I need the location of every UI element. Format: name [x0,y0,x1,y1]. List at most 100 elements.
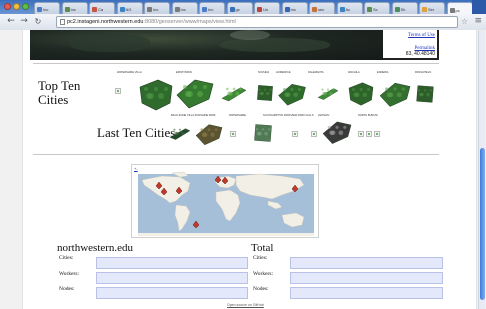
site-workers-label: Workers: [59,271,80,277]
last-city-tile[interactable] [189,121,229,152]
github-source-link[interactable]: Open source on GitHub [227,303,264,307]
top-city-tile[interactable] [309,83,347,108]
terrain-patch [70,34,150,52]
browser-tab[interactable]: Sh [391,2,418,14]
browser-tab[interactable]: Inc [144,2,170,14]
total-cities-field[interactable] [290,257,443,269]
map-zoom-control[interactable]: +- [134,166,138,171]
total-stats-title: Total [251,242,274,254]
browser-tab[interactable]: Inc [281,2,308,14]
total-cities-label: Cities: [253,255,268,261]
browser-tab[interactable]: NG [116,2,143,14]
map-links-box: Terms of Use Permalink 83, 40.48140 [383,30,439,60]
total-workers-field[interactable] [290,272,443,284]
top-city-label: ENDERIA [377,71,389,74]
total-nodes-field[interactable] [290,287,443,299]
top-city-tile[interactable] [376,79,414,114]
tab-label: Sc [373,7,378,12]
url-host: pc2.instageni.northwestern.edu [67,19,144,25]
city-satellite-image [169,128,191,140]
tab-favicon-icon [119,7,125,12]
window-maximize-button[interactable] [22,3,29,10]
top-city-tile[interactable] [215,81,253,110]
city-satellite-image [278,84,306,106]
browser-tab[interactable]: Inc [61,2,88,14]
reload-icon[interactable]: ↻ [33,16,43,27]
tab-label: Inc [180,7,186,12]
tab-favicon-icon [257,7,262,12]
page-scrollbar[interactable] [478,30,485,309]
tab-favicon-icon [394,7,400,12]
broken-image-icon [366,131,372,137]
bookmark-star-icon[interactable]: ☆ [461,17,468,26]
top-city-tile[interactable] [413,76,437,117]
last-city-tile[interactable] [318,118,356,151]
browser-tab[interactable]: Ac [336,2,363,14]
last-city-tile[interactable] [169,118,191,153]
browser-tab[interactable]: Inc [199,2,225,14]
tab-label: gc [235,7,240,12]
tab-favicon-icon [422,7,427,12]
window-close-button[interactable] [4,3,11,10]
browser-tab[interactable]: gc [226,2,253,14]
tab-favicon-icon [449,7,455,13]
tab-label: NG [125,7,132,12]
top-city-label: PANSHITEVA [415,71,432,74]
terms-of-use-link[interactable]: Terms of Use [387,33,437,38]
page-icon [60,19,65,25]
tab-favicon-icon [147,7,152,12]
top-city-label: DALEMANTA [308,71,324,74]
top-city-tile[interactable] [175,75,215,116]
world-map-svg [138,171,314,236]
top-city-label: HOMEWICE [276,71,291,74]
broken-image-icon [230,131,236,137]
tab-label: pc [455,7,460,13]
terrain-patch [220,38,330,52]
tab-label: Inc [153,7,159,12]
top-city-tile[interactable] [254,78,276,113]
top-city-label: WACHILA [348,71,360,74]
browser-tab[interactable]: Inc [171,2,198,14]
site-workers-field[interactable] [96,272,248,284]
page-gutter-left [0,30,22,309]
scrollbar-thumb[interactable] [480,148,485,300]
window-minimize-button[interactable] [13,3,20,10]
top-city-label: EDISTOWNN [176,71,192,74]
tab-label: Inc [43,7,49,12]
divider [33,154,439,155]
broken-image-icon [374,131,380,137]
city-satellite-image [257,85,273,101]
city-satellite-image [139,79,173,111]
back-arrow-icon[interactable]: ← [6,16,16,27]
browser-tab[interactable]: Un [254,2,280,14]
site-cities-field[interactable] [96,257,248,269]
address-bar[interactable]: pc2.instageni.northwestern.edu:8080/geos… [56,16,458,28]
tab-favicon-icon [92,7,97,12]
city-satellite-image [322,121,352,144]
tab-label: Un [263,7,269,12]
site-nodes-field[interactable] [96,287,248,299]
browser-tab[interactable]: Ca [89,2,115,14]
menu-icon[interactable]: ≡ [474,16,482,26]
browser-tab[interactable]: Sc [364,2,390,14]
world-map[interactable]: +- [131,164,319,238]
broken-image-icon [292,131,298,137]
browser-chrome: Inc Inc Ca NG Inc Inc Inc gc Un Inc sec Ac Sc Sh Ser pc… [0,0,486,30]
tab-favicon-icon [339,7,345,12]
tab-favicon-icon [64,7,70,12]
url-path: :8080/geoserver/www/maps/view.html [143,19,236,25]
browser-tab[interactable]: Inc [34,2,60,14]
top-city-tile[interactable] [346,78,376,115]
browser-tab[interactable]: sec [309,2,335,14]
city-satellite-image [379,82,411,107]
tab-favicon-icon [312,7,317,12]
forward-arrow-icon[interactable]: → [19,16,29,27]
top-ten-heading: Top Ten Cities [38,78,81,107]
top-city-tile[interactable] [277,76,307,117]
last-city-tile[interactable] [250,122,276,149]
browser-tab[interactable]: Ser [419,2,445,14]
site-nodes-label: Nodes: [59,286,75,292]
tab-favicon-icon [284,7,290,12]
tab-label: Ca [98,7,104,12]
top-city-tile[interactable] [136,77,176,118]
